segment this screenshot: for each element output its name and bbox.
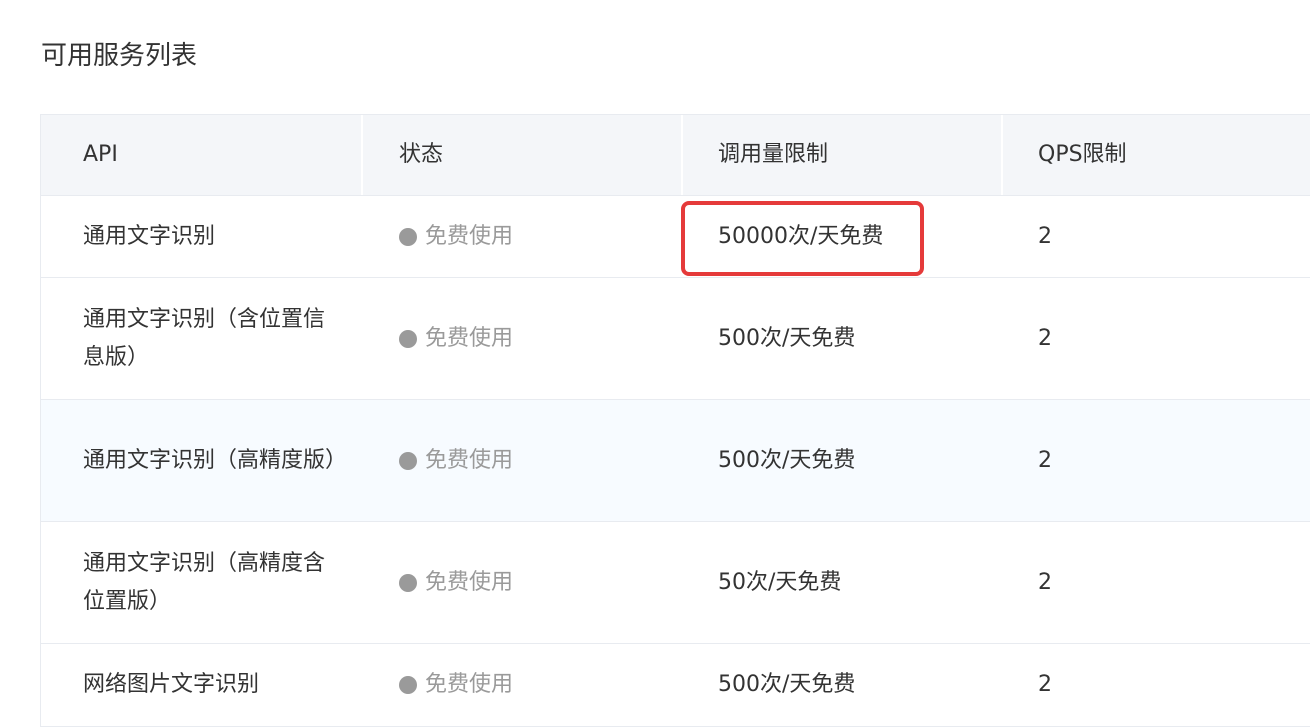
status-text: 免费使用 bbox=[425, 447, 514, 473]
status-text: 免费使用 bbox=[425, 325, 514, 351]
qps-value: 2 bbox=[1038, 325, 1052, 351]
status-cell: 免费使用 bbox=[363, 278, 683, 399]
quota-value: 500次/天免费 bbox=[718, 672, 856, 697]
status-cell: 免费使用 bbox=[363, 522, 683, 643]
status-cell: 免费使用 bbox=[363, 400, 683, 521]
status-dot-icon bbox=[399, 451, 417, 470]
status-dot-icon bbox=[399, 329, 417, 348]
status-text: 免费使用 bbox=[425, 672, 514, 697]
qps-value: 2 bbox=[1038, 447, 1052, 473]
column-header-api: API bbox=[41, 115, 363, 195]
service-table: API 状态 调用量限制 QPS限制 通用文字识别 免费使用 50000次/天免… bbox=[40, 114, 1310, 727]
table-row: 通用文字识别（高精度版） 免费使用 500次/天免费 2 bbox=[41, 400, 1310, 522]
page-title: 可用服务列表 bbox=[41, 41, 198, 71]
status-cell: 免费使用 bbox=[363, 196, 683, 277]
api-name: 网络图片文字识别 bbox=[83, 672, 260, 697]
qps-value: 2 bbox=[1038, 672, 1052, 697]
status-dot-icon bbox=[399, 676, 417, 694]
quota-value: 50000次/天免费 bbox=[718, 223, 884, 249]
status-text: 免费使用 bbox=[425, 223, 514, 249]
status-dot-icon bbox=[399, 573, 417, 592]
quota-value: 500次/天免费 bbox=[718, 447, 856, 473]
qps-value: 2 bbox=[1038, 223, 1052, 249]
table-row: 网络图片文字识别 免费使用 500次/天免费 2 bbox=[41, 644, 1310, 727]
column-header-quota: 调用量限制 bbox=[683, 115, 1003, 195]
qps-value: 2 bbox=[1038, 569, 1052, 595]
api-name: 通用文字识别 bbox=[83, 223, 216, 249]
status-text: 免费使用 bbox=[425, 569, 514, 595]
api-name: 通用文字识别（高精度含位置版） bbox=[83, 550, 326, 614]
api-name: 通用文字识别（高精度版） bbox=[83, 447, 348, 473]
status-cell: 免费使用 bbox=[363, 644, 683, 726]
table-row: 通用文字识别 免费使用 50000次/天免费 2 bbox=[41, 196, 1310, 278]
column-header-status: 状态 bbox=[363, 115, 683, 195]
status-dot-icon bbox=[399, 227, 417, 246]
api-name: 通用文字识别（含位置信息版） bbox=[83, 306, 326, 370]
table-row: 通用文字识别（高精度含位置版） 免费使用 50次/天免费 2 bbox=[41, 522, 1310, 644]
column-header-qps: QPS限制 bbox=[1038, 142, 1127, 167]
table-header-row: API 状态 调用量限制 QPS限制 bbox=[41, 115, 1310, 196]
quota-value: 50次/天免费 bbox=[718, 569, 842, 595]
quota-value: 500次/天免费 bbox=[718, 325, 856, 351]
table-row: 通用文字识别（含位置信息版） 免费使用 500次/天免费 2 bbox=[41, 278, 1310, 400]
